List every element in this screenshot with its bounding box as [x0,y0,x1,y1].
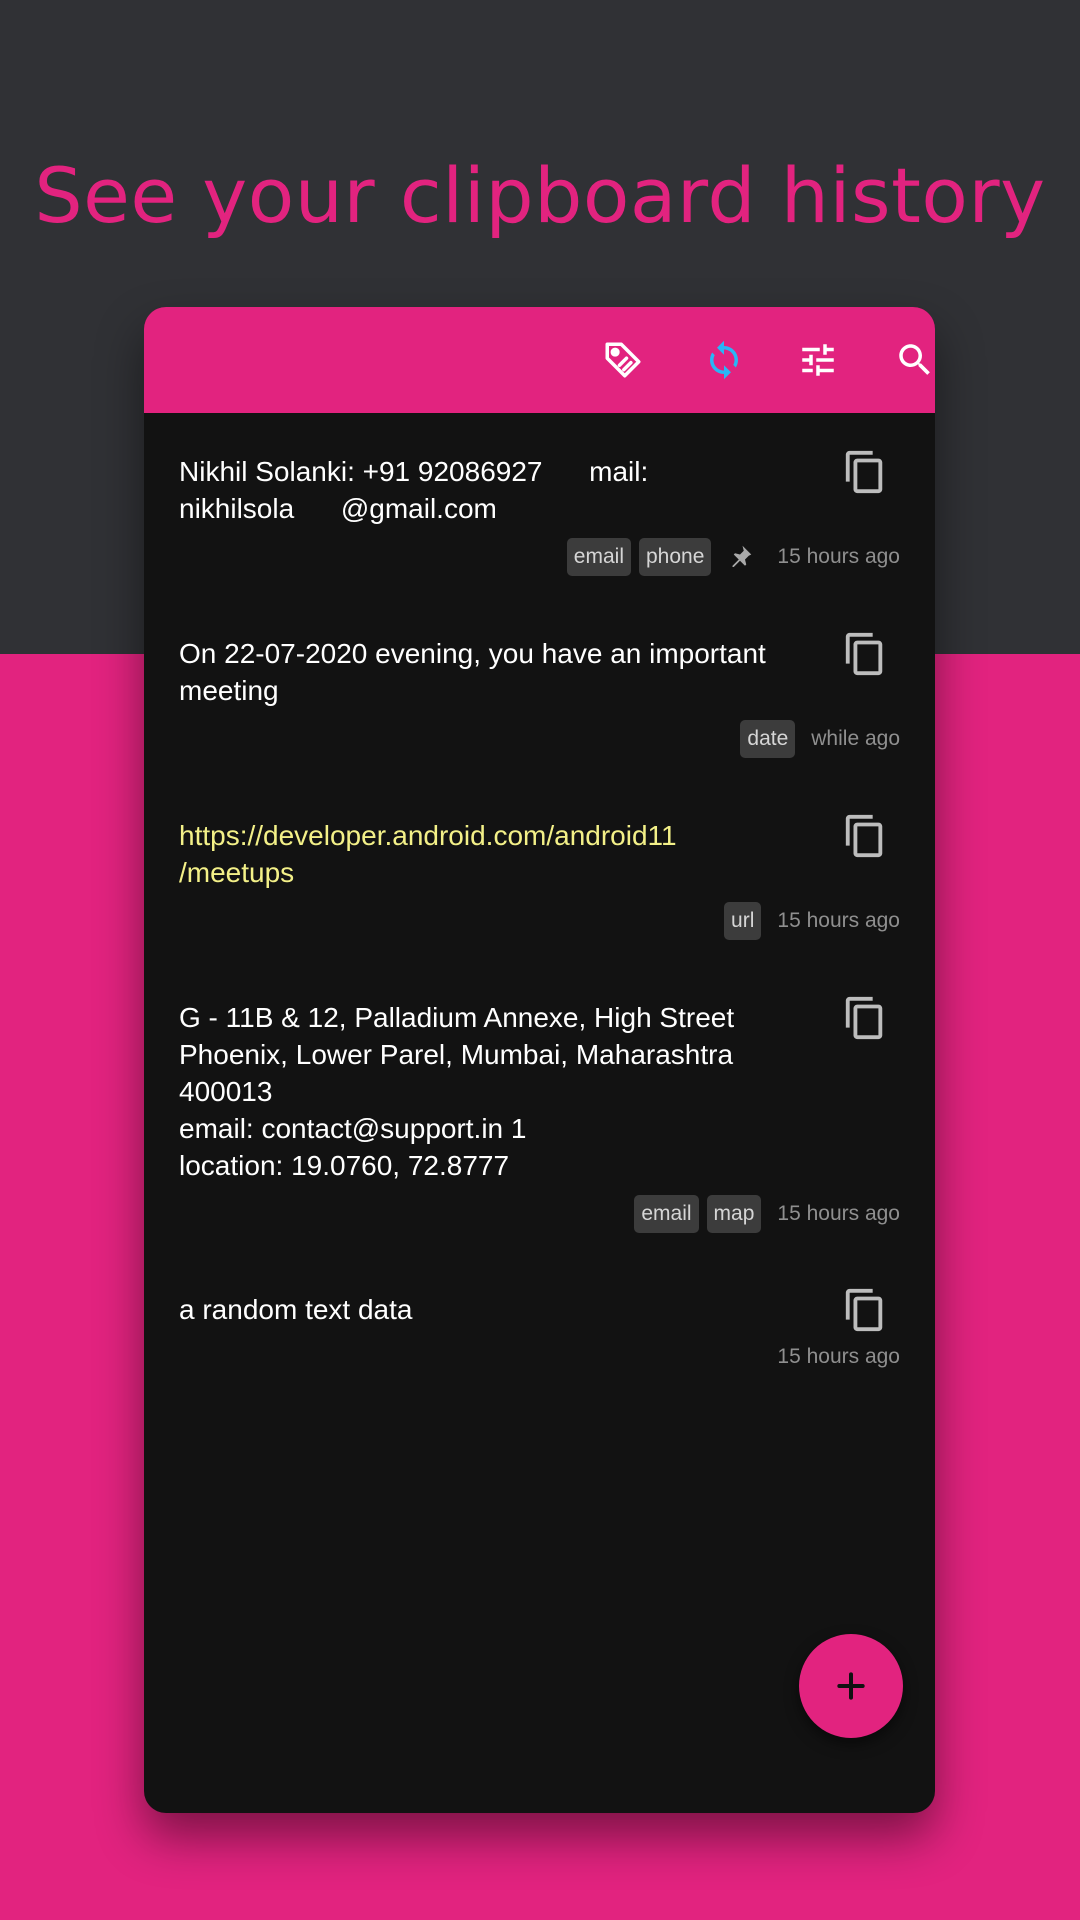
clip-time: 15 hours ago [777,909,900,932]
clip-time: 15 hours ago [777,1345,900,1368]
clip-text: On 22-07-2020 evening, you have an impor… [179,638,766,706]
copy-icon [845,450,883,494]
clip-meta: url 15 hours ago [724,902,900,940]
filter-sliders-icon [802,344,834,376]
copy-button[interactable] [842,993,888,1043]
tag-chip[interactable]: url [724,902,762,940]
phone-screen: Nikhil Solanki: +91 92086927 mail: nikhi… [144,307,935,1813]
copy-icon [845,996,883,1040]
copy-icon [845,814,883,858]
clip-text: Nikhil Solanki: +91 92086927 mail: nikhi… [179,456,649,524]
filter-button[interactable] [795,337,841,383]
clip-meta: email map 15 hours ago [634,1195,900,1233]
clip-time: 15 hours ago [777,1202,900,1225]
copy-button[interactable] [842,1285,888,1335]
headline: See your clipboard history [34,150,1046,240]
app-bar [144,307,935,413]
copy-button[interactable] [842,629,888,679]
tag-chip[interactable]: map [706,1195,762,1233]
clip-meta: email phone 15 hours ago [566,538,900,576]
pin-icon[interactable] [725,542,755,572]
copy-button[interactable] [842,447,888,497]
clip-meta: date while ago [740,720,900,758]
sync-icon [710,340,738,380]
tag-chip[interactable]: phone [638,538,712,576]
tag-button[interactable] [600,337,646,383]
tag-chip[interactable]: date [740,720,796,758]
copy-icon [845,1288,883,1332]
search-button[interactable] [892,337,935,383]
clip-meta: 15 hours ago [769,1345,900,1369]
plus-icon [837,1672,865,1700]
clip-text: G - 11B & 12, Palladium Annexe, High Str… [179,1002,735,1181]
clip-time: while ago [811,727,900,750]
clip-text[interactable]: https://developer.android.com/android11 … [179,817,819,891]
copy-button[interactable] [842,811,888,861]
tag-icon [605,342,641,378]
clip-time: 15 hours ago [777,545,900,568]
tag-chip[interactable]: email [634,1195,699,1233]
sync-button[interactable] [701,337,747,383]
copy-icon [845,632,883,676]
clip-text: a random text data [179,1294,413,1325]
add-clip-fab[interactable] [799,1634,903,1738]
search-icon [899,344,930,375]
tag-chip[interactable]: email [566,538,631,576]
